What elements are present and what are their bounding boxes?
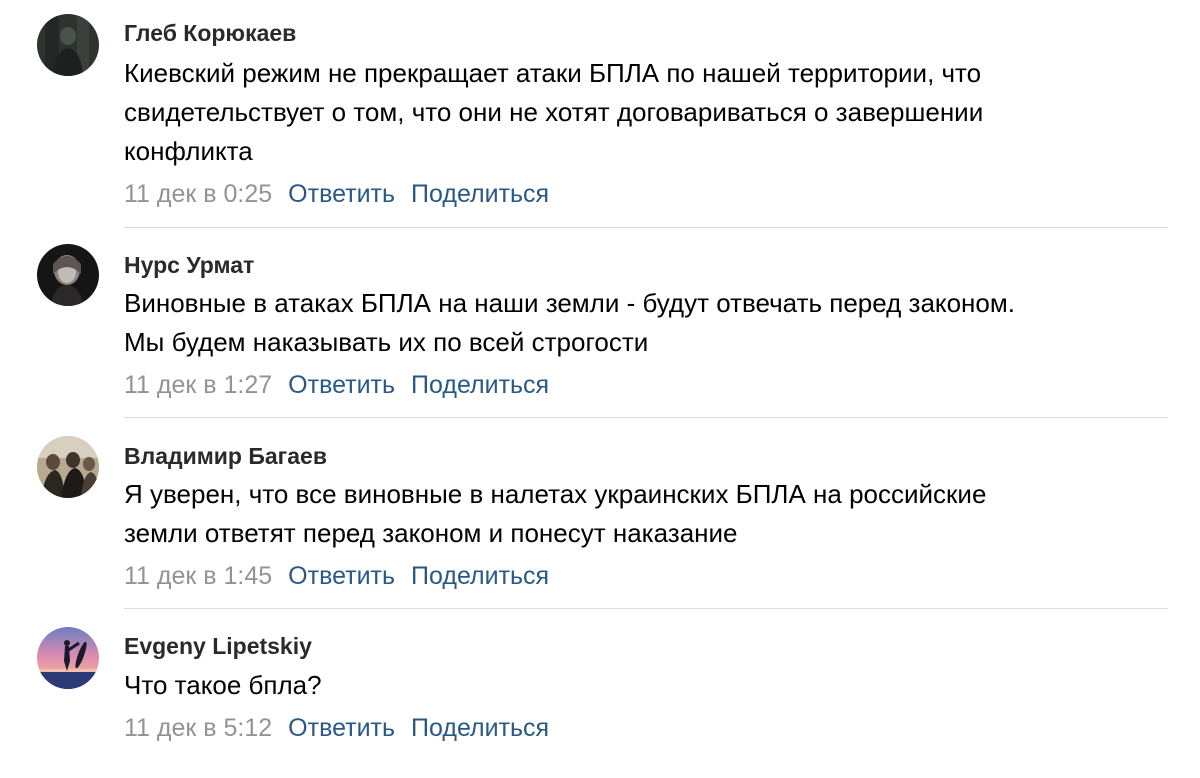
comment-meta: 11 дек в 1:45 Ответить Поделиться xyxy=(124,562,549,591)
comment-date[interactable]: 11 дек в 0:25 xyxy=(124,180,272,208)
share-link[interactable]: Поделиться xyxy=(411,562,549,590)
share-link[interactable]: Поделиться xyxy=(411,714,549,742)
comment-divider xyxy=(124,608,1168,609)
comment-text-line: Киевский режим не прекращает атаки БПЛА … xyxy=(124,58,982,88)
user-avatar[interactable] xyxy=(37,244,99,306)
comment-date[interactable]: 11 дек в 1:45 xyxy=(124,562,272,590)
comment-author[interactable]: Evgeny Lipetskiy xyxy=(124,633,312,660)
user-avatar[interactable] xyxy=(37,436,99,498)
reply-link[interactable]: Ответить xyxy=(288,714,395,742)
comment-text: Виновные в атаках БПЛА на наши земли - б… xyxy=(124,284,1174,362)
comment-text-line: земли ответят перед законом и понесут на… xyxy=(124,518,738,548)
comment-meta: 11 дек в 1:27 Ответить Поделиться xyxy=(124,371,549,400)
comment-date[interactable]: 11 дек в 1:27 xyxy=(124,371,272,399)
comment-text: Что такое бпла? xyxy=(124,666,1174,705)
user-avatar-group-photo-icon xyxy=(37,436,99,498)
user-avatar[interactable] xyxy=(37,14,99,76)
user-avatar-surfer-sunset-icon xyxy=(37,627,99,689)
comment-meta: 11 дек в 0:25 Ответить Поделиться xyxy=(124,180,549,209)
comment-text: Киевский режим не прекращает атаки БПЛА … xyxy=(124,54,1174,171)
comment-divider xyxy=(124,227,1168,228)
reply-link[interactable]: Ответить xyxy=(288,180,395,208)
comment-text-line: Мы будем наказывать их по всей строгости xyxy=(124,327,649,357)
comment-divider xyxy=(124,417,1168,418)
reply-link[interactable]: Ответить xyxy=(288,371,395,399)
comment-text-line: Я уверен, что все виновные в налетах укр… xyxy=(124,479,987,509)
comment-author[interactable]: Глеб Корюкаев xyxy=(124,20,296,47)
comment-meta: 11 дек в 5:12 Ответить Поделиться xyxy=(124,714,549,743)
user-avatar-portrait-icon xyxy=(37,244,99,306)
user-avatar[interactable] xyxy=(37,627,99,689)
comment-author[interactable]: Нурс Урмат xyxy=(124,252,254,279)
comment-text: Я уверен, что все виновные в налетах укр… xyxy=(124,475,1174,553)
share-link[interactable]: Поделиться xyxy=(411,180,549,208)
reply-link[interactable]: Ответить xyxy=(288,562,395,590)
comment-text-line: Виновные в атаках БПЛА на наши земли - б… xyxy=(124,288,1015,318)
comment-text-line: конфликта xyxy=(124,136,253,166)
comment-text-line: свидетельствует о том, что они не хотят … xyxy=(124,97,984,127)
user-avatar-dark-icon xyxy=(37,14,99,76)
comment-text-line: Что такое бпла? xyxy=(124,670,322,700)
share-link[interactable]: Поделиться xyxy=(411,371,549,399)
comment-author[interactable]: Владимир Багаев xyxy=(124,443,327,470)
comment-date[interactable]: 11 дек в 5:12 xyxy=(124,714,272,742)
